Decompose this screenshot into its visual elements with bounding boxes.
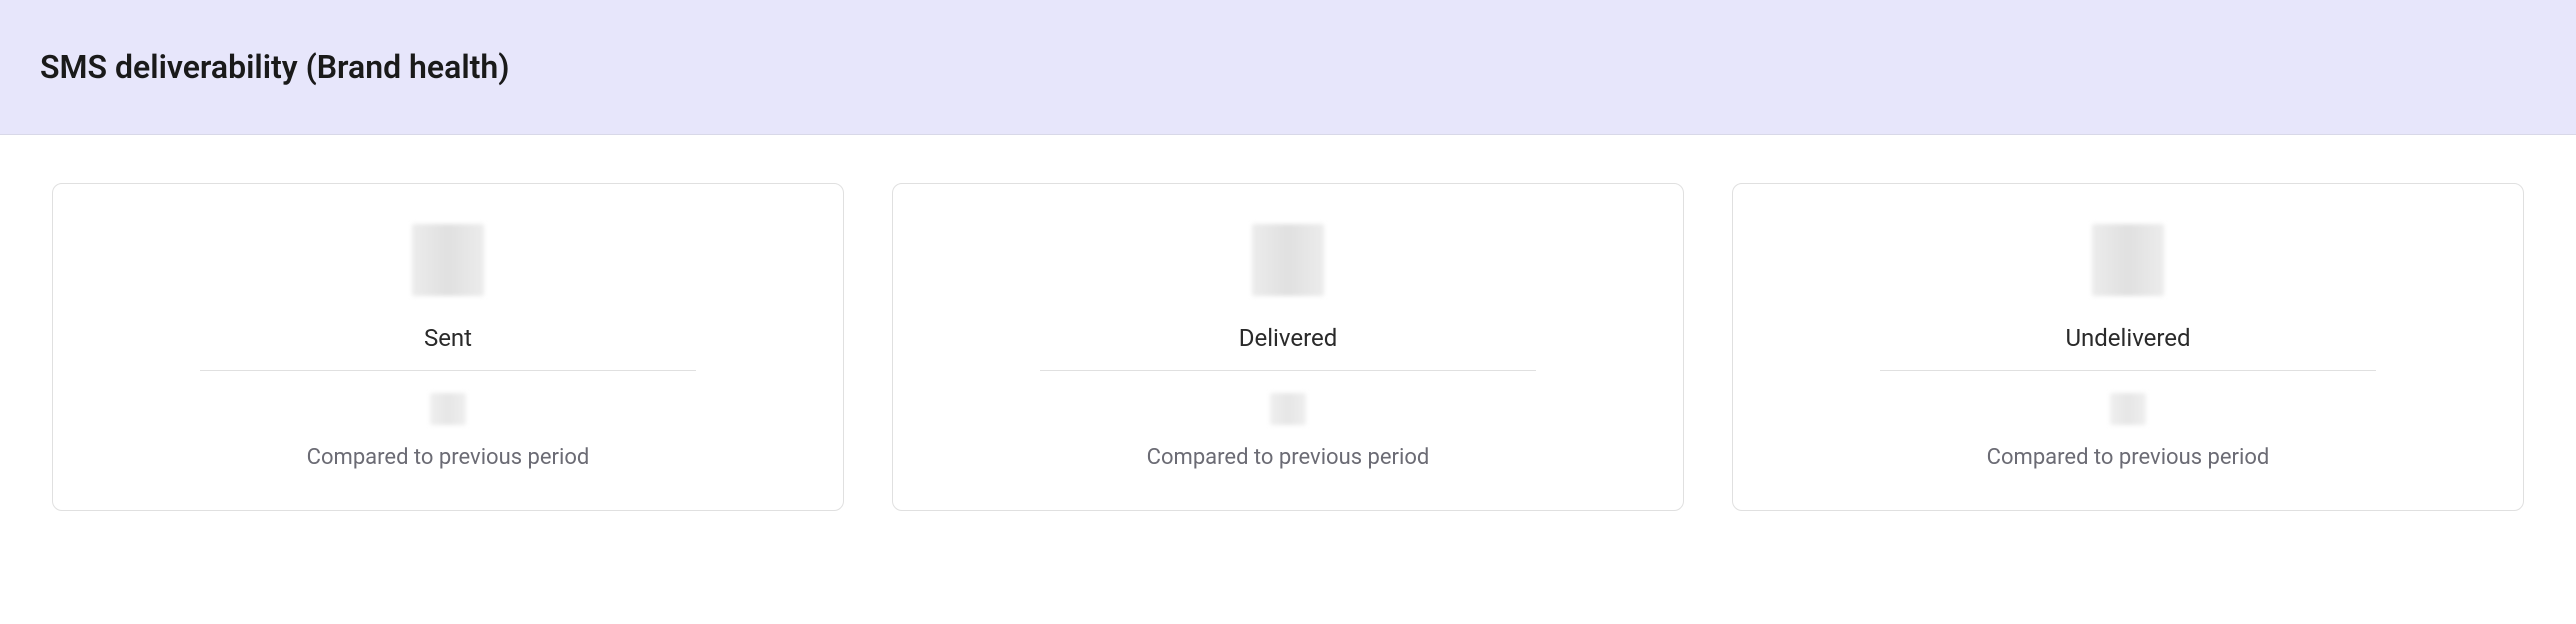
card-divider <box>1040 370 1536 371</box>
metric-value-placeholder <box>1252 224 1324 296</box>
metrics-cards-container: Sent Compared to previous period Deliver… <box>0 135 2576 559</box>
comparison-text: Compared to previous period <box>307 445 590 470</box>
metric-card-undelivered: Undelivered Compared to previous period <box>1732 183 2524 511</box>
card-divider <box>1880 370 2376 371</box>
comparison-text: Compared to previous period <box>1147 445 1430 470</box>
metric-label: Sent <box>424 324 472 352</box>
metric-delta-placeholder <box>2110 393 2146 425</box>
metric-delta-placeholder <box>1270 393 1306 425</box>
comparison-text: Compared to previous period <box>1987 445 2270 470</box>
metric-card-delivered: Delivered Compared to previous period <box>892 183 1684 511</box>
card-divider <box>200 370 696 371</box>
metric-delta-placeholder <box>430 393 466 425</box>
metric-card-sent: Sent Compared to previous period <box>52 183 844 511</box>
metric-value-placeholder <box>412 224 484 296</box>
section-header: SMS deliverability (Brand health) <box>0 0 2576 135</box>
section-title: SMS deliverability (Brand health) <box>40 48 2536 86</box>
metric-label: Undelivered <box>2065 324 2190 352</box>
metric-label: Delivered <box>1239 324 1338 352</box>
metric-value-placeholder <box>2092 224 2164 296</box>
